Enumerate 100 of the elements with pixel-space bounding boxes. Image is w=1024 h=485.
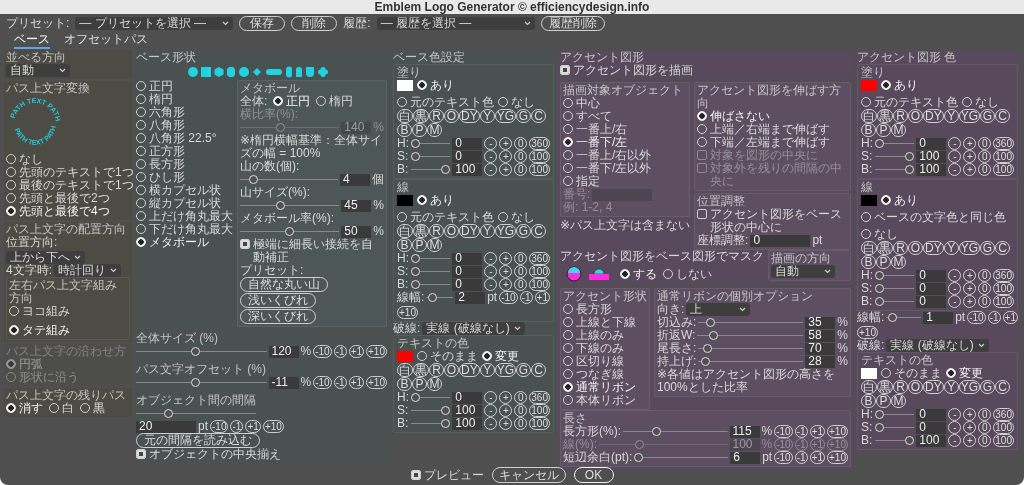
radio-button[interactable]: つなぎ線 [563,368,647,381]
step-button[interactable]: +1 [1002,311,1018,324]
radio-button[interactable]: 縦カプセル状 [136,197,233,210]
slider-thumb[interactable] [706,318,715,327]
number-field[interactable]: 2 [455,291,486,304]
slider-thumb[interactable] [190,347,200,356]
number-field[interactable]: 50 [341,225,372,238]
color-preset-button[interactable]: 黒 [413,363,429,377]
color-swatch[interactable] [861,368,877,379]
step-button[interactable]: -10 [210,420,229,433]
radio-button[interactable]: 下だけ角丸最大 [136,223,233,236]
slider-thumb[interactable] [701,357,711,366]
number-field[interactable]: 0 [452,150,483,163]
radio-button[interactable]: 消す [6,402,43,415]
step-button[interactable]: -10 [774,425,793,438]
number-field[interactable]: 100 [452,417,483,430]
radio-button[interactable]: 伸ばさない [697,110,848,123]
color-preset-button[interactable]: G [516,363,531,377]
radio-button[interactable]: 変更 [482,350,519,363]
radio-button[interactable]: 白 [49,402,74,415]
radio-button[interactable]: 正方形 [136,145,233,158]
dropdown[interactable]: 実線 (破線なし) [886,339,989,352]
number-field[interactable]: 0 [452,137,483,150]
number-field[interactable]: 0 [916,269,947,282]
number-field[interactable]: 4 [340,173,370,186]
radio-button[interactable]: 本体リボン [563,394,647,407]
color-preset-button[interactable]: YG [958,380,980,394]
color-preset-button[interactable]: YG [494,224,516,238]
step-button[interactable]: +1 [245,420,261,433]
step-button[interactable]: +10 [366,345,387,358]
step-button[interactable]: 100 [529,417,550,430]
color-preset-button[interactable]: 黒 [877,109,893,123]
radio-button[interactable]: あり [417,79,454,92]
slider-thumb[interactable] [190,378,200,387]
color-preset-button[interactable]: DY [459,109,480,123]
radio-button[interactable]: 一番下/左以外 [563,162,688,175]
radio-button[interactable]: しない [663,267,712,281]
step-button[interactable]: 100 [993,434,1014,447]
radio-button[interactable]: 元のテキスト色 [397,211,494,224]
dropdown[interactable]: 上から下へ [6,251,85,264]
step-button[interactable]: 360 [529,137,550,150]
step-button[interactable]: -10 [313,345,332,358]
number-field[interactable]: 120 [268,345,299,358]
number-field[interactable]: 100 [916,163,947,176]
color-preset-button[interactable]: G [980,380,995,394]
step-button[interactable]: +10 [857,326,878,339]
color-preset-button[interactable]: M [427,377,442,391]
radio-button[interactable]: 八角形 [136,119,233,132]
color-preset-button[interactable]: G [980,241,995,255]
number-field[interactable]: 100 [452,404,483,417]
step-button[interactable]: 360 [993,408,1014,421]
step-button[interactable]: 360 [529,391,550,404]
step-button[interactable]: 100 [529,150,550,163]
color-preset-button[interactable]: M [427,123,442,137]
step-button[interactable]: -10 [774,451,793,464]
number-field[interactable]: 58 [805,329,836,342]
slider-thumb[interactable] [411,280,420,289]
number-field[interactable]: 35 [805,316,836,329]
slider[interactable] [875,271,915,280]
step-button[interactable]: +1 [809,451,826,464]
dropdown[interactable]: 自動 [771,265,835,278]
slider[interactable] [886,313,922,322]
number-field[interactable]: 6 [730,451,761,464]
radio-button[interactable]: 一番上/右 [563,123,688,136]
step-button[interactable]: 360 [993,269,1014,282]
number-field[interactable]: 100 [916,434,947,447]
slider-thumb[interactable] [703,344,713,353]
radio-button[interactable]: あり [417,194,454,207]
number-field[interactable]: 100 [916,150,947,163]
color-swatch[interactable] [861,80,877,91]
slider-thumb[interactable] [905,165,915,174]
radio-button[interactable]: 元のテキスト色 [397,96,494,109]
color-preset-button[interactable]: O [908,241,923,255]
color-preset-button[interactable]: DY [459,224,480,238]
color-preset-button[interactable]: G [516,109,531,123]
slider-thumb[interactable] [411,152,420,161]
dropdown[interactable]: 時計回り [54,264,121,277]
color-preset-button[interactable]: YG [494,363,516,377]
step-button[interactable]: -10 [313,376,332,389]
radio-button[interactable]: 長方形 [136,158,233,171]
color-preset-button[interactable]: 黒 [877,380,893,394]
slider-thumb[interactable] [163,409,173,418]
slider[interactable] [411,139,451,148]
checkbox[interactable]: 極端に細長い接続を自動補正 [240,238,384,264]
slider[interactable] [411,254,451,263]
color-preset-button[interactable]: YG [494,109,516,123]
slider-thumb[interactable] [875,271,884,280]
checkbox[interactable]: プレビュー [410,468,484,482]
slider-thumb[interactable] [411,139,420,148]
color-preset-button[interactable]: DY [923,241,944,255]
color-preset-button[interactable]: M [891,123,906,137]
step-button[interactable]: +10 [366,376,387,389]
radio-button[interactable]: 区切り線 [563,355,647,368]
number-field[interactable]: 0 [916,295,947,308]
radio-button[interactable]: 楕円 [136,93,233,106]
radio-button[interactable]: 八角形 22.5° [136,132,233,145]
radio-button[interactable]: 横カプセル状 [136,184,233,197]
slider-thumb[interactable] [709,331,719,340]
radio-button[interactable]: そのまま [417,350,478,363]
slider-thumb[interactable] [905,436,915,445]
